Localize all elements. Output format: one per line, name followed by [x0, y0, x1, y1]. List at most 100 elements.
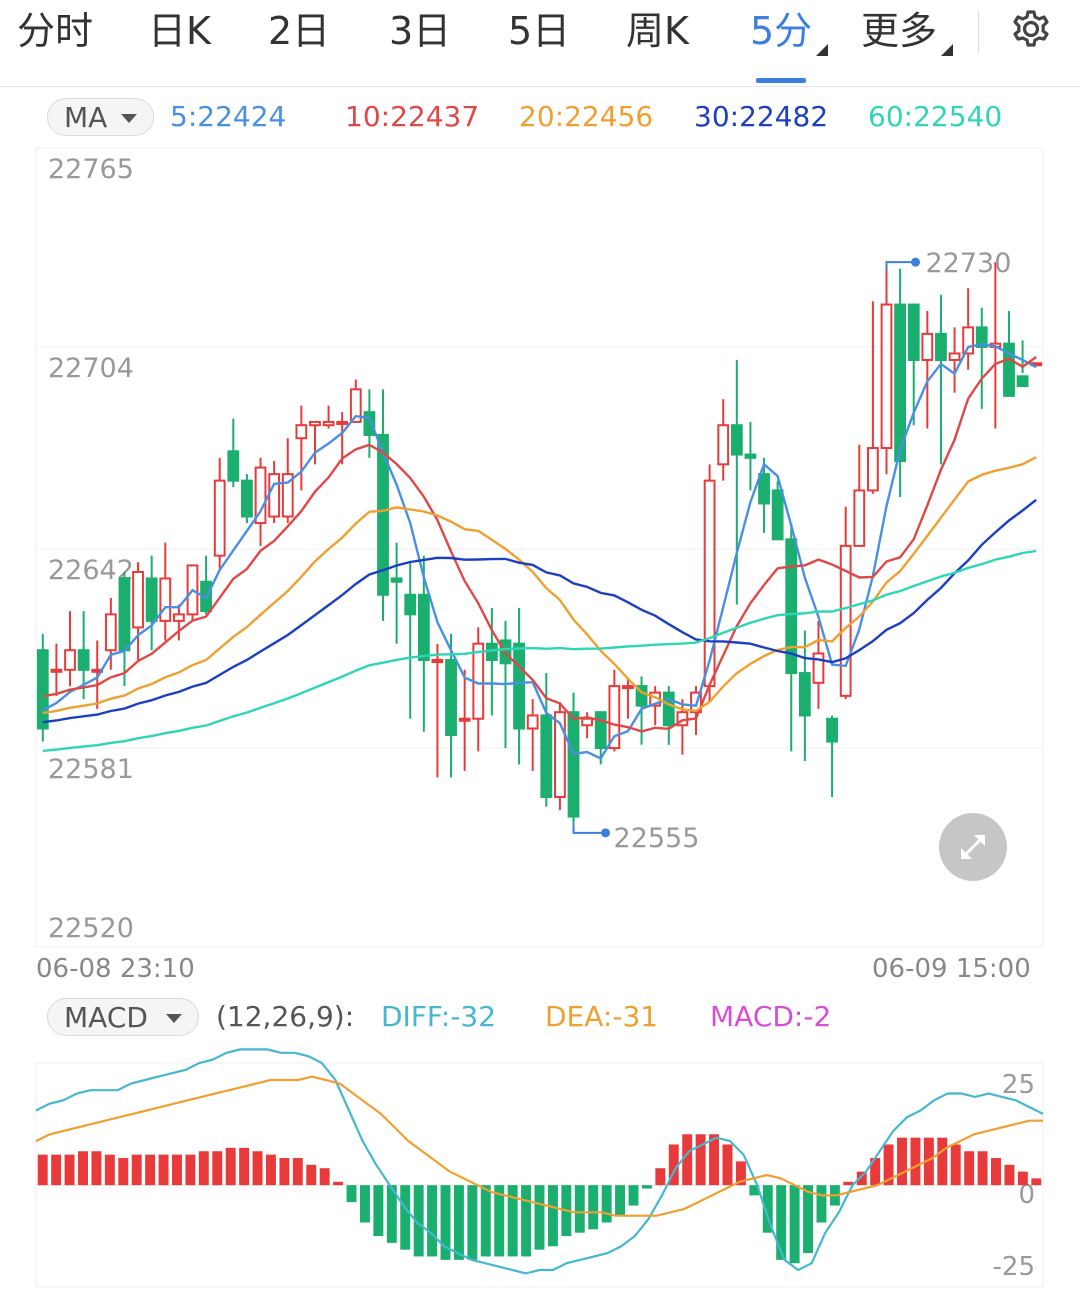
macd-bar-negative	[776, 1185, 787, 1260]
macd-bar-positive	[1031, 1178, 1042, 1186]
macd-bar-positive	[1017, 1171, 1028, 1186]
candle-down	[417, 593, 430, 662]
candle-up	[309, 420, 321, 427]
candle-up	[268, 473, 281, 518]
macd-bar-negative	[346, 1185, 357, 1203]
kline-chart[interactable]: 22765227042264222581225202273022555250-2…	[0, 0, 1080, 1293]
macd-bar-positive	[319, 1168, 330, 1186]
candle-up	[322, 420, 335, 427]
macd-bar-negative	[359, 1185, 370, 1223]
macd-bar-positive	[252, 1151, 263, 1186]
macd-bar-negative	[803, 1185, 814, 1254]
macd-bar-positive	[212, 1151, 223, 1186]
candle-down	[540, 714, 553, 798]
candle-down	[445, 659, 457, 737]
macd-bar-negative	[615, 1185, 626, 1216]
tab-3-day[interactable]: 3日	[389, 6, 451, 56]
macd-bar-positive	[306, 1164, 317, 1186]
candle-up	[717, 424, 730, 466]
macd-bar-negative	[628, 1185, 639, 1206]
macd-bar-positive	[292, 1158, 303, 1186]
candle-down	[145, 577, 158, 622]
macd-bar-negative	[789, 1185, 800, 1264]
ma-indicator-selector[interactable]: MA	[47, 98, 154, 136]
macd-bar-positive	[991, 1158, 1001, 1186]
ma20-legend: 20:22456	[519, 100, 654, 133]
time-axis-end: 06-09 15:00	[872, 954, 1031, 984]
macd-bar-positive	[709, 1134, 720, 1186]
tab-weekly-k[interactable]: 周K	[626, 6, 689, 56]
tab-5-day[interactable]: 5日	[508, 6, 570, 56]
low-marker-leader	[572, 824, 605, 834]
candle-up	[295, 424, 308, 440]
candle-up	[622, 685, 634, 690]
macd-bar-negative	[453, 1185, 464, 1260]
candle-up	[880, 303, 893, 450]
candle-up	[608, 685, 621, 750]
macd-selector-label: MACD	[64, 1001, 148, 1034]
candle-up	[526, 714, 539, 730]
macd-bar-positive	[655, 1168, 666, 1186]
macd-bar-positive	[225, 1147, 236, 1186]
macd-bar-positive	[172, 1154, 182, 1186]
candle-down	[227, 450, 240, 482]
macd-params: (12,26,9):	[216, 1000, 355, 1033]
candle-down	[594, 711, 607, 750]
macd-bar-negative	[534, 1185, 545, 1250]
macd-bar-positive	[145, 1154, 156, 1186]
macd-tick-label: -25	[993, 1252, 1035, 1282]
candle-up	[50, 668, 63, 673]
tab-intraday[interactable]: 分时	[17, 6, 93, 56]
caret-down-icon	[121, 114, 137, 123]
macd-bar-positive	[239, 1147, 250, 1186]
candle-up	[159, 577, 172, 622]
candle-down	[935, 332, 947, 361]
candle-up	[336, 420, 349, 425]
ma-selector-label: MA	[64, 101, 108, 134]
macd-bar-positive	[64, 1154, 75, 1186]
macd-bar-positive	[131, 1154, 142, 1186]
tab-divider	[978, 10, 979, 54]
candle-down	[758, 473, 770, 505]
candle-up	[104, 613, 117, 652]
candle-down	[1016, 375, 1029, 388]
macd-bar-positive	[185, 1154, 196, 1186]
macd-bar-positive	[78, 1151, 88, 1186]
macd-bar-negative	[400, 1185, 411, 1250]
ma60-legend: 60:22540	[868, 100, 1003, 133]
candle-down	[567, 711, 580, 818]
macd-bar-negative	[601, 1185, 612, 1223]
macd-bar-positive	[1004, 1164, 1015, 1186]
active-tab-indicator	[756, 78, 806, 83]
macd-bar-positive	[198, 1151, 209, 1186]
tab-more[interactable]: 更多	[861, 6, 954, 56]
candle-down	[826, 717, 838, 743]
candle-up	[132, 570, 144, 629]
tab-5-minute[interactable]: 5分	[750, 6, 829, 56]
tab-2-day[interactable]: 2日	[268, 6, 330, 56]
candle-down	[771, 489, 784, 541]
macd-bar-negative	[547, 1185, 558, 1247]
macd-bar-positive	[37, 1154, 48, 1186]
candle-up	[213, 479, 226, 557]
period-tab-bar: 分时 日K 2日 3日 5日 周K 5分 更多	[0, 0, 1080, 87]
candle-down	[662, 691, 675, 727]
candle-down	[744, 453, 757, 459]
candle-down	[404, 593, 417, 616]
macd-bar-negative	[816, 1185, 827, 1223]
gear-icon[interactable]	[1008, 6, 1054, 52]
dea-legend: DEA:-31	[545, 1000, 659, 1033]
macd-legend: MACD:-2	[710, 1000, 832, 1033]
low-price-label: 22555	[614, 823, 700, 854]
candle-up	[172, 613, 185, 622]
candle-up	[581, 717, 594, 727]
candle-up	[853, 489, 866, 547]
macd-bar-negative	[588, 1185, 599, 1230]
price-tick-label: 22581	[48, 754, 134, 785]
macd-bar-positive	[279, 1158, 290, 1186]
price-tick-label: 22765	[48, 154, 134, 185]
tab-daily-k[interactable]: 日K	[148, 6, 211, 56]
diff-legend: DIFF:-32	[381, 1000, 497, 1033]
expand-arrows-icon[interactable]	[939, 813, 1007, 881]
macd-indicator-selector[interactable]: MACD	[47, 998, 199, 1036]
